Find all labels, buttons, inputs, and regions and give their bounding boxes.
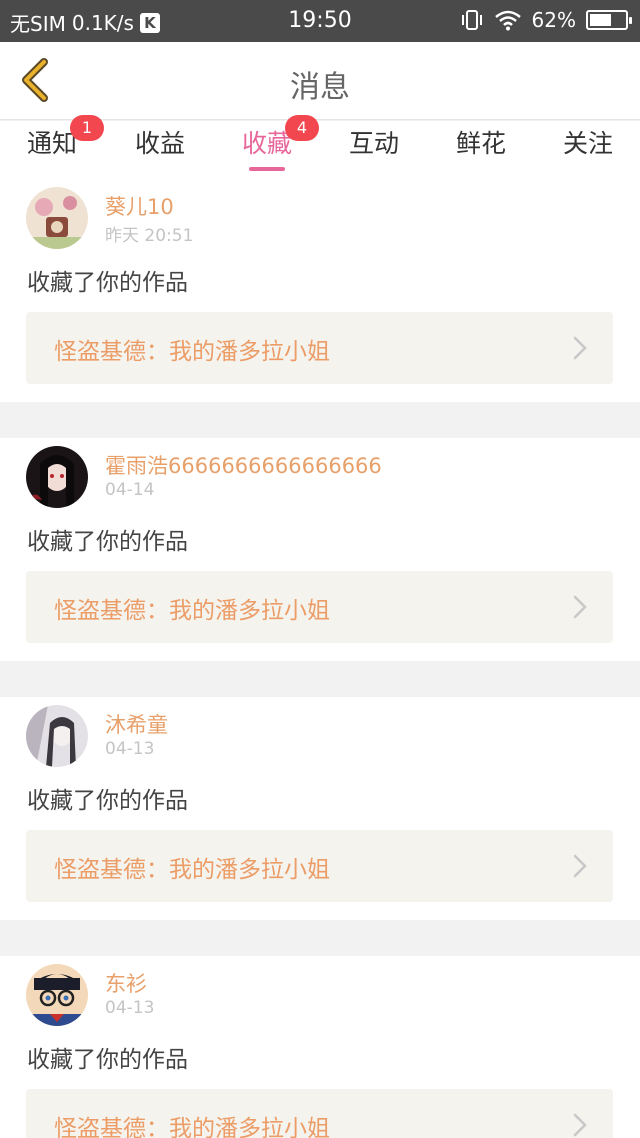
tab-favorites[interactable]: 收藏 4 bbox=[222, 115, 319, 177]
tab-label: 互动 bbox=[348, 129, 399, 158]
username[interactable]: 葵儿10 bbox=[105, 191, 174, 221]
tab-label: 鲜花 bbox=[455, 129, 506, 158]
timestamp: 04-13 bbox=[105, 739, 155, 759]
wifi-icon bbox=[494, 10, 521, 31]
username[interactable]: 霍雨浩6666666666666666 bbox=[105, 450, 382, 480]
action-text: 收藏了你的作品 bbox=[27, 1047, 188, 1073]
list-item: 霍雨浩6666666666666666 04-14 收藏了你的作品 怪盗基德：我… bbox=[0, 438, 640, 661]
chevron-right-icon bbox=[573, 1113, 587, 1137]
work-title: 怪盗基德：我的潘多拉小姐 bbox=[54, 857, 330, 883]
tab-label: 收藏 bbox=[241, 129, 292, 158]
work-link[interactable]: 怪盗基德：我的潘多拉小姐 bbox=[26, 312, 613, 384]
tab-label: 收益 bbox=[134, 129, 185, 158]
tab-flowers[interactable]: 鲜花 bbox=[436, 127, 526, 177]
page-title: 消息 bbox=[290, 70, 350, 105]
list-item: 葵儿10 昨天 20:51 收藏了你的作品 怪盗基德：我的潘多拉小姐 bbox=[0, 179, 640, 402]
tab-bar: 通知 1 收益 收藏 4 互动 鲜花 关注 bbox=[0, 115, 640, 179]
action-text: 收藏了你的作品 bbox=[27, 529, 188, 555]
work-link[interactable]: 怪盗基德：我的潘多拉小姐 bbox=[26, 1089, 613, 1138]
chevron-right-icon bbox=[573, 595, 587, 619]
tab-label: 关注 bbox=[562, 129, 613, 158]
battery-icon bbox=[586, 10, 632, 30]
vibrate-icon bbox=[461, 10, 482, 30]
work-link[interactable]: 怪盗基德：我的潘多拉小姐 bbox=[26, 571, 613, 643]
favorites-badge: 4 bbox=[285, 115, 319, 141]
action-text: 收藏了你的作品 bbox=[27, 788, 188, 814]
username[interactable]: 沐希童 bbox=[105, 709, 168, 739]
work-link[interactable]: 怪盗基德：我的潘多拉小姐 bbox=[26, 830, 613, 902]
tab-interactions[interactable]: 互动 bbox=[329, 127, 419, 177]
list-item: 东衫 04-13 收藏了你的作品 怪盗基德：我的潘多拉小姐 bbox=[0, 956, 640, 1138]
action-text: 收藏了你的作品 bbox=[27, 270, 188, 296]
avatar[interactable] bbox=[26, 187, 88, 249]
list-item: 沐希童 04-13 收藏了你的作品 怪盗基德：我的潘多拉小姐 bbox=[0, 697, 640, 920]
tab-label: 通知 bbox=[26, 129, 77, 158]
favorites-feed: 葵儿10 昨天 20:51 收藏了你的作品 怪盗基德：我的潘多拉小姐 霍雨浩66… bbox=[0, 179, 640, 1138]
timestamp: 04-14 bbox=[105, 480, 155, 500]
battery-percent: 62% bbox=[531, 8, 576, 32]
chevron-right-icon bbox=[573, 336, 587, 360]
avatar[interactable] bbox=[26, 446, 88, 508]
timestamp: 04-13 bbox=[105, 998, 155, 1018]
tab-following[interactable]: 关注 bbox=[543, 127, 633, 177]
active-tab-indicator bbox=[249, 167, 285, 171]
tab-earnings[interactable]: 收益 bbox=[115, 127, 205, 177]
timestamp: 昨天 20:51 bbox=[105, 226, 194, 246]
avatar[interactable] bbox=[26, 705, 88, 767]
notification-badge: 1 bbox=[70, 115, 104, 141]
status-bar: 无SIM 0.1K/s K 19:50 62% bbox=[0, 0, 640, 42]
work-title: 怪盗基德：我的潘多拉小姐 bbox=[54, 598, 330, 624]
chevron-right-icon bbox=[573, 854, 587, 878]
username[interactable]: 东衫 bbox=[105, 968, 147, 998]
status-right: 62% bbox=[460, 8, 632, 32]
header: 消息 bbox=[0, 42, 640, 120]
avatar[interactable] bbox=[26, 964, 88, 1026]
tab-notifications[interactable]: 通知 1 bbox=[7, 115, 104, 177]
work-title: 怪盗基德：我的潘多拉小姐 bbox=[54, 1116, 330, 1138]
work-title: 怪盗基德：我的潘多拉小姐 bbox=[54, 339, 330, 365]
